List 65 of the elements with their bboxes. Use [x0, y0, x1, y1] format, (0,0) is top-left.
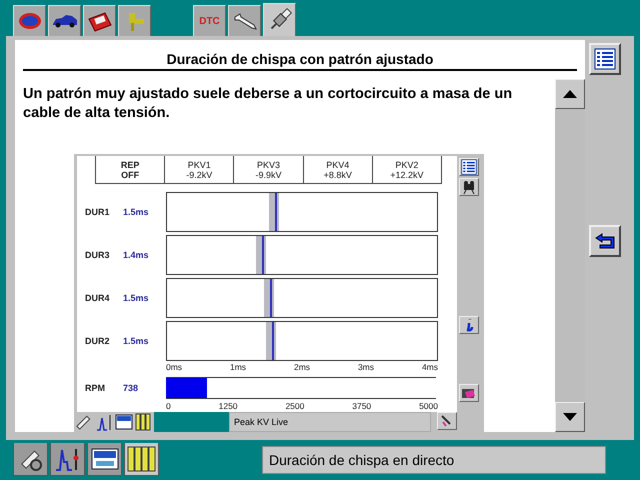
- channel-value: 1.5ms: [123, 336, 150, 346]
- mode-tab[interactable]: [124, 443, 159, 476]
- channel-value: 738: [123, 383, 140, 393]
- channel-value: 1.5ms: [123, 292, 150, 302]
- toolbar-tab[interactable]: [228, 5, 261, 36]
- scroll-up-button[interactable]: [555, 79, 585, 109]
- axis-label: 3750: [352, 400, 372, 410]
- channel-value: 1.4ms: [123, 250, 150, 260]
- list-button[interactable]: [459, 158, 479, 176]
- back-arrow-icon: [594, 232, 616, 250]
- axis-label: 1250: [218, 400, 238, 410]
- mode-tab[interactable]: [13, 443, 48, 476]
- binders-icon: [126, 445, 156, 473]
- channel-name: DUR4: [84, 292, 111, 302]
- header-cell-text: REP OFF: [120, 158, 140, 182]
- wrench-icon: [232, 11, 258, 31]
- channel-name: RPM: [84, 383, 106, 393]
- printer-icon: [461, 386, 477, 400]
- car-icon: [52, 14, 78, 28]
- toolbar-tab[interactable]: [83, 5, 116, 36]
- axis-label: 4ms: [422, 362, 438, 372]
- axis-label: 0: [166, 400, 171, 410]
- scrollbar[interactable]: [555, 79, 585, 432]
- description-text: Un patrón muy ajustado suele deberse a un cortocircuito a masa de un cable de alta tensión.: [22, 85, 514, 123]
- header-cell: PKV3 -9.9kV: [233, 156, 303, 183]
- mode-field: Peak KV Live: [229, 412, 431, 432]
- camera-icon: [462, 180, 476, 194]
- toolbar-tab[interactable]: [13, 5, 46, 36]
- axis-label: 3ms: [358, 362, 374, 372]
- header-cell: PKV4 +8.8kV: [302, 156, 372, 183]
- status-bar: Duración de chispa en directo: [262, 446, 606, 474]
- list-icon: [594, 48, 616, 70]
- header-cell: PKV2 +12.2kV: [372, 156, 442, 183]
- meter-icon: [114, 413, 134, 431]
- up-arrow-icon: [563, 90, 577, 98]
- info-button[interactable]: [459, 316, 479, 334]
- scroll-down-button[interactable]: [555, 402, 585, 432]
- list-icon: [461, 159, 477, 175]
- mode-tab[interactable]: [87, 443, 122, 476]
- channel-name: DUR3: [84, 250, 111, 260]
- info-icon: [464, 318, 474, 332]
- waveform-icon: [54, 446, 82, 472]
- probe-button[interactable]: [437, 412, 457, 430]
- axis-label: 5000: [419, 400, 438, 410]
- channel-value: 1.5ms: [123, 206, 150, 216]
- channel-name: DUR2: [84, 336, 111, 346]
- down-arrow-icon: [563, 413, 577, 421]
- page-title: Duración de chispa con patrón ajustado: [23, 48, 577, 71]
- header-cell: PKV1 -9.2kV: [164, 156, 234, 183]
- toolbar-tab[interactable]: [263, 3, 296, 36]
- axis-label: 0ms: [166, 362, 182, 372]
- toolbar-tab[interactable]: DTC: [193, 5, 226, 36]
- back-button[interactable]: [589, 225, 621, 257]
- logo-icon: [18, 11, 42, 31]
- axis-label: 2ms: [294, 362, 310, 372]
- meter-icon: [90, 447, 118, 471]
- camera-button[interactable]: [459, 178, 479, 196]
- mode-tab[interactable]: [50, 443, 85, 476]
- print-button[interactable]: [459, 384, 479, 402]
- axis-label: 1ms: [230, 362, 246, 372]
- axis-label: 2500: [285, 400, 304, 410]
- toolbar-tab[interactable]: [48, 5, 81, 36]
- list-button[interactable]: [589, 43, 621, 75]
- dtc-label: DTC: [199, 16, 220, 26]
- channel-name: DUR1: [84, 206, 111, 216]
